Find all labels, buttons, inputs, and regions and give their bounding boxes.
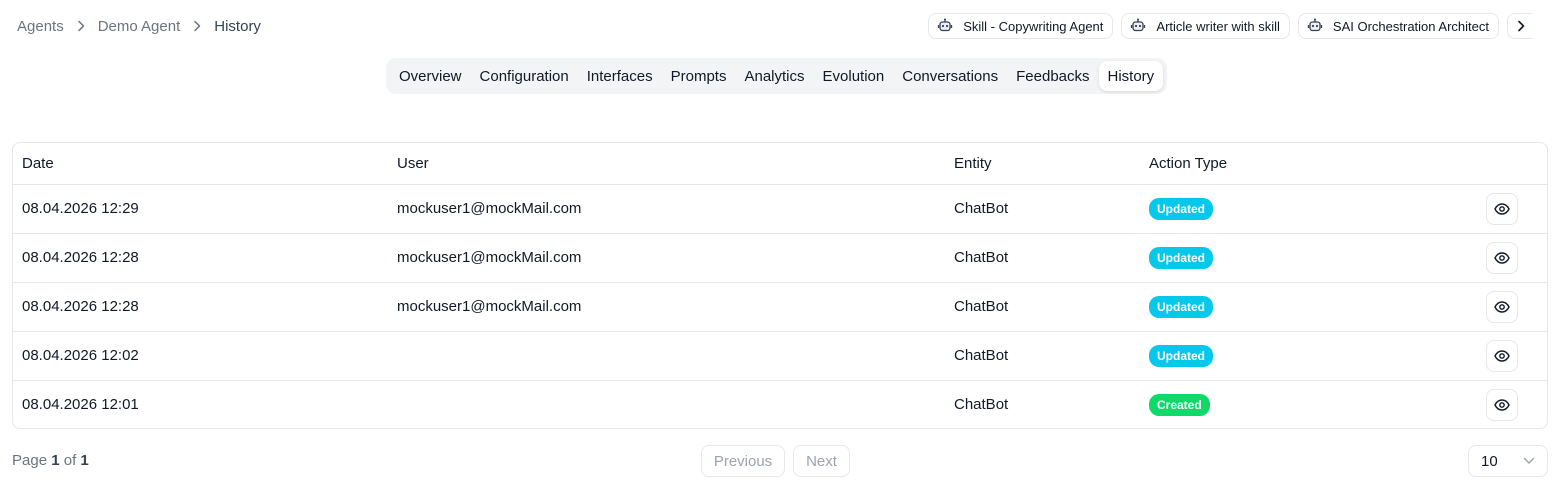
chip-label: SAI Orchestration Architect — [1332, 18, 1489, 34]
tab-history[interactable]: History — [1098, 61, 1164, 91]
action-badge: Updated — [1149, 295, 1213, 318]
cell-entity: ChatBot — [954, 347, 1009, 364]
cell-user — [388, 380, 945, 428]
column-header-view — [1477, 143, 1547, 184]
breadcrumb: Agents Demo Agent History — [17, 16, 261, 36]
cell-action: Updated — [1140, 331, 1477, 380]
agent-chips: Skill - Copywriting Agent Article writer… — [928, 13, 1539, 39]
chevron-right-icon — [193, 20, 201, 32]
table-row: 08.04.2026 12:02 ChatBot Updated — [13, 331, 1547, 380]
tab-prompts[interactable]: Prompts — [662, 61, 736, 91]
cell-entity: ChatBot — [954, 249, 1009, 266]
view-button[interactable] — [1486, 241, 1518, 274]
cell-view — [1477, 282, 1547, 331]
robot-icon — [1307, 18, 1323, 34]
cell-view — [1477, 184, 1547, 233]
breadcrumb-history: History — [214, 17, 261, 35]
column-header-action-type: Action Type — [1149, 154, 1228, 172]
tab-conversations[interactable]: Conversations — [893, 61, 1007, 91]
action-badge: Updated — [1149, 344, 1213, 367]
table-row: 08.04.2026 12:28 mockuser1@mockMail.com … — [13, 282, 1547, 331]
action-badge: Created — [1149, 393, 1210, 416]
cell-user — [388, 331, 945, 380]
tab-feedbacks[interactable]: Feedbacks — [1007, 61, 1098, 91]
chips-fade — [1529, 13, 1539, 39]
chip-label: Skill - Copywriting Agent — [963, 18, 1104, 34]
table-row: 08.04.2026 12:01 ChatBot Created — [13, 380, 1547, 428]
cell-entity: ChatBot — [954, 200, 1009, 217]
cell-view — [1477, 331, 1547, 380]
chevron-down-icon — [1523, 457, 1535, 465]
eye-icon — [1494, 299, 1510, 315]
robot-icon — [937, 18, 953, 34]
current-page: 1 — [51, 452, 60, 469]
cell-entity: ChatBot — [954, 396, 1009, 414]
history-table: Date User Entity Action Type 08.04.2026 … — [12, 142, 1548, 429]
page-size-select[interactable]: 10 — [1468, 445, 1548, 477]
cell-user: mockuser1@mockMail.com — [397, 200, 582, 217]
tab-overview[interactable]: Overview — [390, 61, 471, 91]
breadcrumb-demo-agent[interactable]: Demo Agent — [98, 18, 181, 35]
cell-user: mockuser1@mockMail.com — [397, 298, 582, 315]
view-button[interactable] — [1486, 388, 1518, 421]
cell-date: 08.04.2026 12:02 — [22, 347, 139, 364]
table-row: 08.04.2026 12:28 mockuser1@mockMail.com … — [13, 233, 1547, 282]
tab-analytics[interactable]: Analytics — [735, 61, 813, 91]
table-header-row: Date User Entity Action Type — [13, 143, 1547, 184]
tab-evolution[interactable]: Evolution — [814, 61, 894, 91]
cell-date: 08.04.2026 12:28 — [22, 298, 139, 315]
eye-icon — [1494, 348, 1510, 364]
action-badge: Updated — [1149, 197, 1213, 220]
chevron-right-icon — [77, 20, 85, 32]
cell-action: Updated — [1140, 233, 1477, 282]
view-button[interactable] — [1486, 339, 1518, 372]
cell-action: Created — [1140, 380, 1477, 428]
total-pages: 1 — [80, 452, 89, 469]
page-label: Page — [12, 452, 48, 469]
cell-view — [1477, 380, 1547, 428]
breadcrumb-agents[interactable]: Agents — [17, 18, 64, 35]
chip-skill-copywriting-agent[interactable]: Skill - Copywriting Agent — [928, 13, 1114, 39]
cell-action: Updated — [1140, 184, 1477, 233]
cell-date: 08.04.2026 12:28 — [22, 249, 139, 266]
previous-button[interactable]: Previous — [701, 445, 785, 477]
eye-icon — [1494, 201, 1510, 217]
tab-configuration[interactable]: Configuration — [471, 61, 578, 91]
cell-user: mockuser1@mockMail.com — [397, 249, 582, 266]
view-button[interactable] — [1486, 192, 1518, 225]
of-label: of — [63, 452, 77, 469]
page-info: Page 1 of 1 — [12, 452, 89, 469]
tab-interfaces[interactable]: Interfaces — [578, 61, 662, 91]
chip-label: Article writer with skill — [1156, 18, 1280, 34]
eye-icon — [1494, 250, 1510, 266]
robot-icon — [1130, 18, 1146, 34]
column-header-entity: Entity — [954, 154, 992, 172]
cell-date: 08.04.2026 12:01 — [22, 396, 139, 414]
page-size-value: 10 — [1481, 452, 1498, 470]
view-button[interactable] — [1486, 290, 1518, 323]
eye-icon — [1494, 397, 1510, 413]
cell-date: 08.04.2026 12:29 — [22, 200, 139, 217]
next-button[interactable]: Next — [793, 445, 850, 477]
tab-bar: Overview Configuration Interfaces Prompt… — [386, 58, 1168, 94]
action-badge: Updated — [1149, 246, 1213, 269]
cell-view — [1477, 233, 1547, 282]
chip-sai-orchestration-architect[interactable]: SAI Orchestration Architect — [1297, 13, 1499, 39]
pager: Previous Next — [701, 445, 850, 477]
column-header-user: User — [397, 154, 429, 172]
column-header-date: Date — [22, 154, 54, 172]
cell-entity: ChatBot — [954, 298, 1009, 315]
cell-action: Updated — [1140, 282, 1477, 331]
chip-article-writer-with-skill[interactable]: Article writer with skill — [1121, 13, 1290, 39]
chevron-right-icon — [1517, 20, 1525, 32]
table-row: 08.04.2026 12:29 mockuser1@mockMail.com … — [13, 184, 1547, 233]
